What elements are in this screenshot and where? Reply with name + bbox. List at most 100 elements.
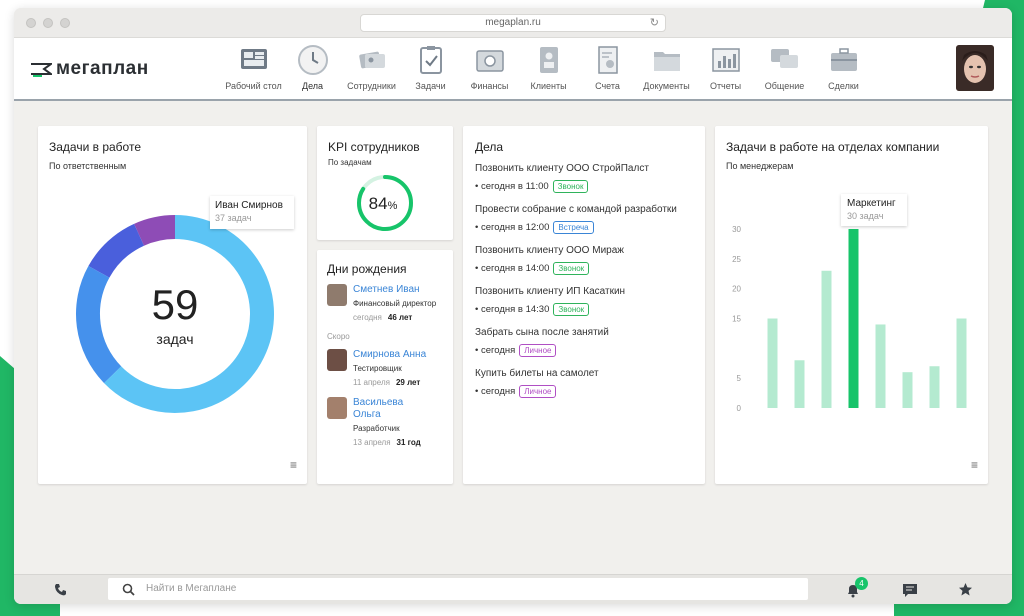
deal-tag: Личное	[519, 385, 557, 398]
chat-icon[interactable]	[902, 583, 918, 598]
donut-segment[interactable]	[76, 266, 122, 384]
clock-icon	[297, 45, 328, 75]
deal-title[interactable]: Провести собрание с командой разработки	[475, 204, 693, 215]
nav-item[interactable]: Клиенты	[519, 44, 578, 91]
user-avatar[interactable]	[956, 45, 994, 91]
kpi-value: 84%	[369, 194, 398, 213]
nav-item[interactable]: Общение	[755, 44, 814, 91]
folder-icon	[653, 52, 680, 71]
birthday-item[interactable]: Сметнев Иван Финансовый директор сегодня…	[327, 284, 443, 322]
nav-item-label: Финансы	[470, 81, 509, 91]
nav-item[interactable]: Задачи	[401, 44, 460, 91]
maximize-window-button[interactable]	[60, 18, 70, 28]
deal-tag: Звонок	[553, 303, 590, 316]
address-bar[interactable]: megaplan.ru ↻	[360, 14, 666, 32]
nav-item-label: Документы	[643, 81, 690, 91]
nav-item-label: Клиенты	[530, 81, 567, 91]
nav-item-label: Рабочий стол	[225, 81, 282, 91]
birthday-name[interactable]: Васильева Ольга	[353, 397, 423, 421]
departments-bar-chart: 0 5 15 20 25 30	[732, 225, 967, 413]
birthday-date: 13 апреля 31 год	[353, 438, 421, 447]
donut-total: 59	[152, 281, 199, 328]
notifications-count-badge: 4	[855, 577, 868, 590]
deals-widget-title: Дела	[475, 140, 504, 154]
bar[interactable]	[902, 372, 913, 408]
employees-icon	[358, 51, 385, 69]
deal-title[interactable]: Купить билеты на самолет	[475, 368, 693, 379]
deal-item[interactable]: Позвонить клиенту ООО СтройПалст • сегодн…	[475, 163, 693, 193]
notifications-button[interactable]: 4	[846, 577, 868, 601]
deal-item[interactable]: Купить билеты на самолет • сегодня Личное	[475, 368, 693, 398]
deal-time: • сегодня Личное	[475, 385, 693, 398]
chat-icon	[770, 49, 798, 68]
browser-titlebar: megaplan.ru ↻	[14, 8, 1012, 38]
window-controls	[26, 18, 70, 28]
close-window-button[interactable]	[26, 18, 36, 28]
nav-item[interactable]: Документы	[637, 44, 696, 91]
tooltip-name: Иван Смирнов	[215, 200, 283, 211]
donut-segment[interactable]	[88, 223, 145, 279]
deal-time: • сегодня в 12:00 Встреча	[475, 221, 693, 234]
bar-tooltip-value: 30 задач	[847, 211, 884, 221]
logo[interactable]: мегаплан	[30, 58, 149, 80]
search-input[interactable]: Найти в Мегаплане	[108, 578, 808, 600]
nav-item[interactable]: Счета	[578, 44, 637, 91]
departments-widget-menu-icon[interactable]: ≡	[971, 458, 978, 472]
nav-item[interactable]: Финансы	[460, 44, 519, 91]
tasks-widget-menu-icon[interactable]: ≡	[290, 458, 297, 472]
deal-title[interactable]: Забрать сына после занятий	[475, 327, 693, 338]
bar[interactable]	[821, 270, 832, 408]
birthday-date: 11 апреля 29 лет	[353, 378, 421, 387]
deal-title[interactable]: Позвонить клиенту ИП Касаткин	[475, 286, 693, 297]
footer-bar: Найти в Мегаплане 4	[14, 574, 1012, 604]
tasks-donut-chart: 59 задач	[76, 215, 274, 413]
donut-segment[interactable]	[134, 215, 176, 246]
invoice-icon	[597, 46, 618, 74]
nav-item[interactable]: Рабочий стол	[224, 44, 283, 91]
deals-list: Позвонить клиенту ООО СтройПалст • сегодн…	[475, 163, 693, 398]
deal-item[interactable]: Позвонить клиенту ООО Мираж • сегодня в 1…	[475, 245, 693, 275]
main-nav: Рабочий стол Дела Сотрудники Задачи Финансы К…	[224, 44, 873, 91]
birthdays-widget: Дни рождения Сметнев Иван Финансовый дир…	[317, 250, 453, 484]
bar[interactable]	[929, 366, 940, 408]
deal-title[interactable]: Позвонить клиенту ООО Мираж	[475, 245, 693, 256]
avatar-photo	[956, 45, 994, 91]
minimize-window-button[interactable]	[43, 18, 53, 28]
birthday-role: Финансовый директор	[353, 299, 437, 308]
nav-item-label: Счета	[595, 81, 620, 91]
birthday-photo	[327, 349, 347, 371]
birthday-name[interactable]: Сметнев Иван	[353, 284, 436, 296]
deal-item[interactable]: Позвонить клиенту ИП Касаткин • сегодня в…	[475, 286, 693, 316]
star-icon[interactable]	[958, 582, 973, 597]
birthdays-soon-label: Скоро	[327, 332, 350, 341]
birthday-name[interactable]: Смирнова Анна	[353, 349, 426, 361]
birthday-date: сегодня 46 лет	[353, 313, 413, 322]
birthday-item[interactable]: Смирнова Анна Тестировщик 11 апреля 29 ле…	[327, 349, 443, 387]
departments-widget: Задачи в работе на отделах компании По м…	[715, 126, 988, 484]
birthday-item[interactable]: Васильева Ольга Разработчик 13 апреля 31 …	[327, 397, 443, 447]
bar[interactable]	[848, 229, 859, 408]
y-tick-label: 5	[737, 374, 742, 383]
phone-icon[interactable]	[53, 582, 69, 598]
deal-title[interactable]: Позвонить клиенту ООО СтройПалст	[475, 163, 693, 174]
nav-item[interactable]: Сделки	[814, 44, 873, 91]
y-tick-label: 20	[732, 285, 741, 294]
deal-time: • сегодня Личное	[475, 344, 693, 357]
bar[interactable]	[794, 360, 805, 408]
deal-item[interactable]: Провести собрание с командой разработки •…	[475, 204, 693, 234]
bar[interactable]	[875, 324, 886, 408]
nav-item[interactable]: Сотрудники	[342, 44, 401, 91]
deal-item[interactable]: Забрать сына после занятий • сегодня Лично…	[475, 327, 693, 357]
bar[interactable]	[767, 318, 778, 409]
bar[interactable]	[956, 318, 967, 409]
birthday-photo	[327, 284, 347, 306]
deal-tag: Встреча	[553, 221, 594, 234]
birthday-role: Разработчик	[353, 424, 400, 433]
birthday-photo	[327, 397, 347, 419]
deal-tag: Личное	[519, 344, 557, 357]
clients-icon	[539, 47, 558, 73]
reload-icon[interactable]: ↻	[650, 15, 659, 31]
nav-item[interactable]: Дела	[283, 44, 342, 91]
nav-item[interactable]: Отчеты	[696, 44, 755, 91]
kpi-widget: KPI сотрудников По задачам 84%	[317, 126, 453, 240]
